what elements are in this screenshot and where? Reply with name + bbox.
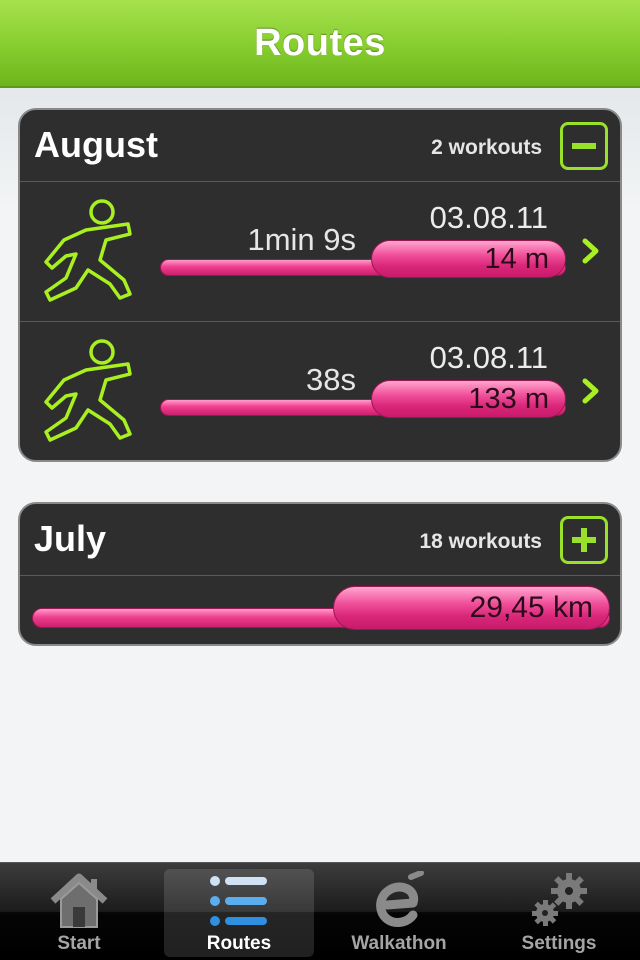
month-title: July <box>34 518 107 559</box>
workout-date: 03.08.11 <box>429 200 548 235</box>
tab-bar: Start Routes Walkathon Settings <box>0 862 640 960</box>
distance-bar-fill: 14 m <box>371 240 566 278</box>
month-card-august: August 2 workouts 1min 9s 03.08.11 14 m <box>18 108 622 462</box>
gears-icon <box>532 873 587 926</box>
collapse-minus-icon[interactable] <box>560 122 608 170</box>
chevron-right-icon[interactable] <box>580 236 602 266</box>
workout-distance: 14 m <box>484 243 549 275</box>
runner-icon <box>44 199 132 302</box>
month-header[interactable]: July 18 workouts <box>20 504 620 576</box>
distance-bar-fill: 133 m <box>371 380 566 418</box>
workout-row[interactable]: 38s 03.08.11 133 m <box>20 322 620 460</box>
list-icon <box>210 876 267 926</box>
walkathon-e-icon <box>376 871 424 927</box>
workout-date: 03.08.11 <box>429 340 548 375</box>
tab-label: Start <box>57 933 101 954</box>
workout-distance: 133 m <box>468 383 549 415</box>
workout-count: 18 workouts <box>419 530 542 553</box>
tab-walkathon[interactable]: Walkathon <box>324 869 474 957</box>
tab-settings[interactable]: Settings <box>484 869 634 957</box>
expand-plus-icon[interactable] <box>560 516 608 564</box>
distance-bar: 133 m <box>160 380 566 418</box>
tab-start[interactable]: Start <box>4 869 154 957</box>
distance-bar: 14 m <box>160 240 566 278</box>
tab-routes[interactable]: Routes <box>164 869 314 957</box>
month-header[interactable]: August 2 workouts <box>20 110 620 182</box>
workout-count: 2 workouts <box>431 136 542 159</box>
routes-list[interactable]: August 2 workouts 1min 9s 03.08.11 14 m <box>0 88 640 862</box>
tab-label: Settings <box>521 933 597 954</box>
month-total-row: 29,45 km <box>20 576 620 644</box>
chevron-right-icon[interactable] <box>580 376 602 406</box>
page-title: Routes <box>254 21 386 64</box>
tab-label: Routes <box>206 933 272 954</box>
workout-row[interactable]: 1min 9s 03.08.11 14 m <box>20 182 620 322</box>
runner-icon <box>44 339 132 442</box>
distance-bar-fill: 29,45 km <box>332 586 610 630</box>
month-card-july: July 18 workouts 29,45 km <box>18 502 622 646</box>
total-distance-bar: 29,45 km <box>32 586 610 630</box>
total-distance: 29,45 km <box>469 591 593 624</box>
tab-label: Walkathon <box>351 933 447 954</box>
nav-bar: Routes <box>0 0 640 88</box>
home-icon <box>50 873 108 928</box>
month-title: August <box>34 124 158 165</box>
